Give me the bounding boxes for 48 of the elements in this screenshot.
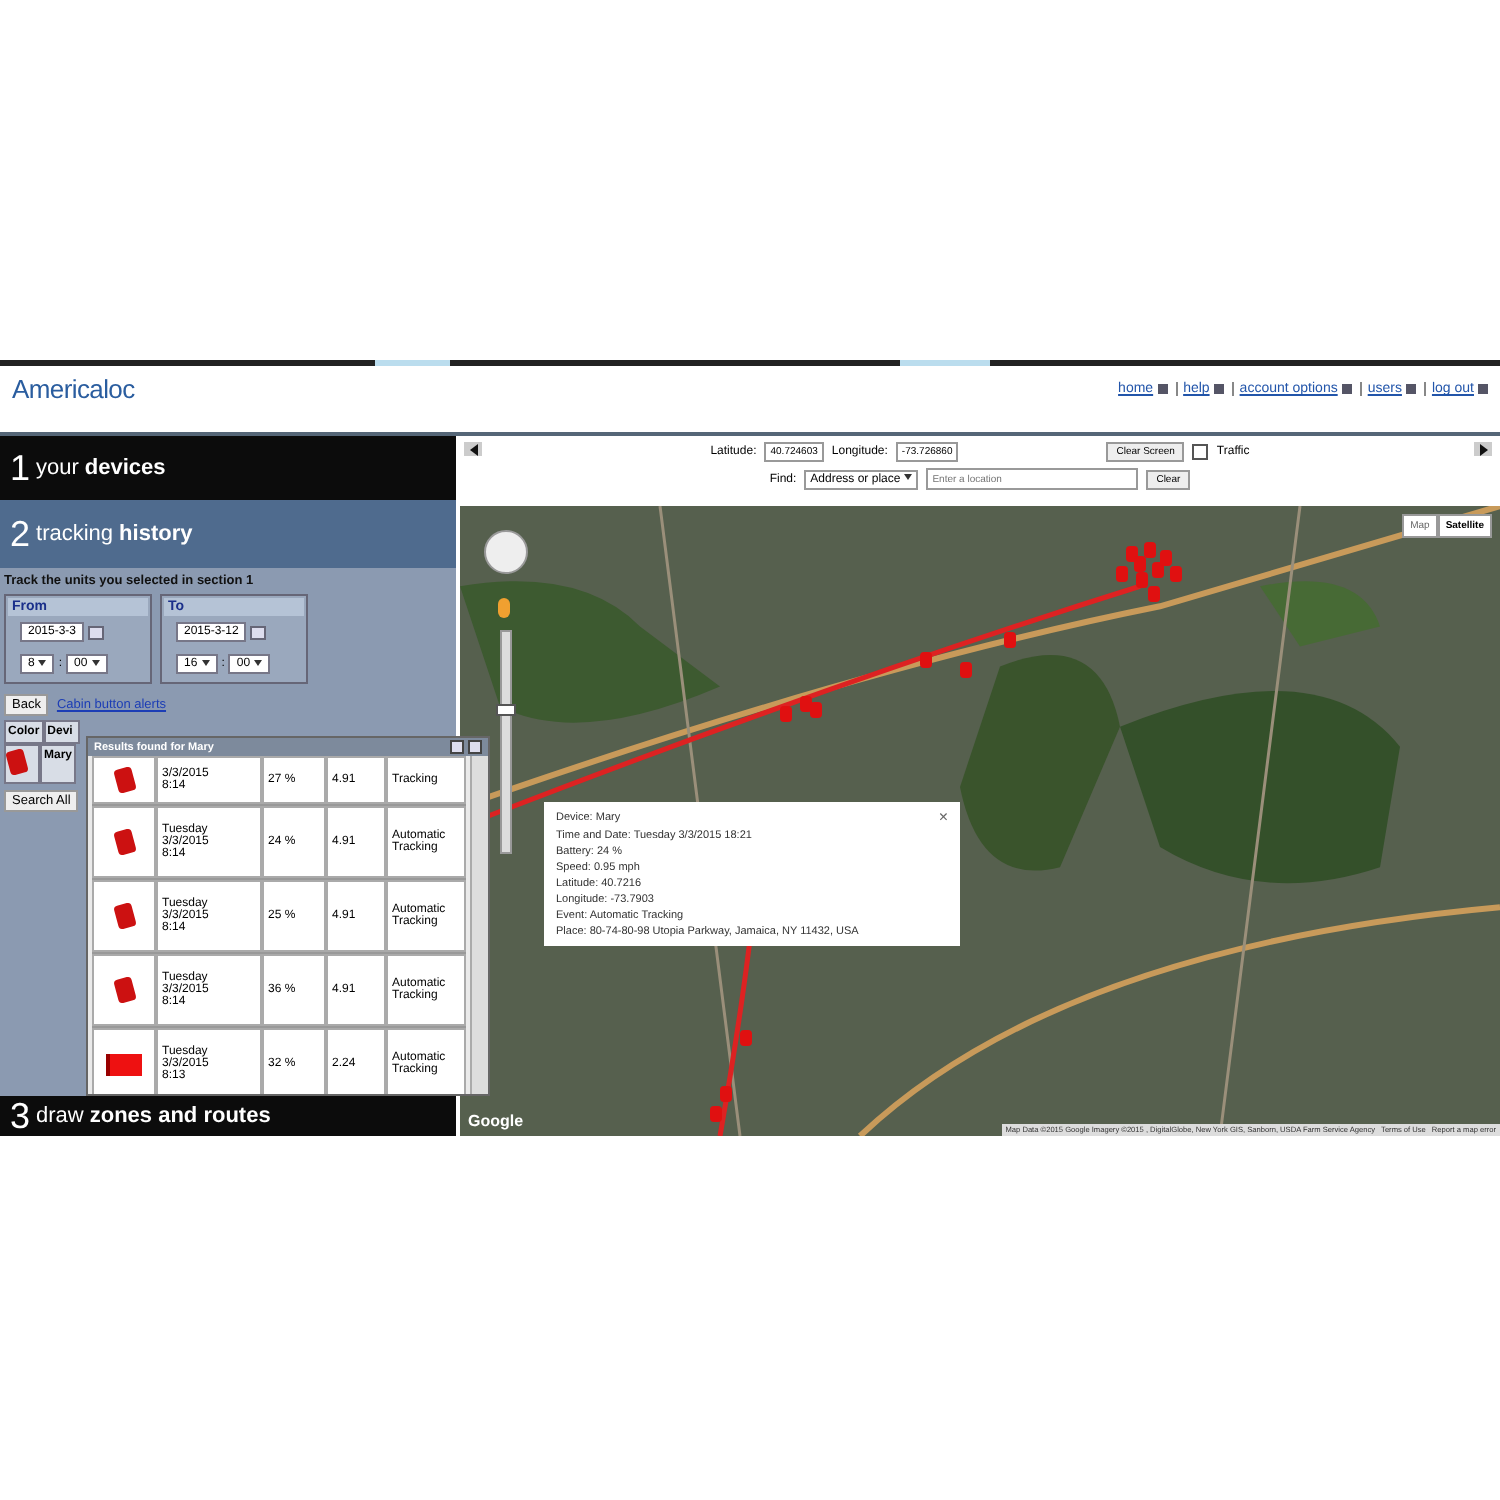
flag-icon (106, 1053, 142, 1075)
zoom-thumb[interactable] (496, 703, 516, 716)
scrollbar[interactable] (470, 756, 488, 1094)
map-marker[interactable] (1116, 566, 1128, 582)
map-marker[interactable] (1148, 586, 1160, 602)
map-marker[interactable] (710, 1106, 722, 1122)
google-logo: Google (468, 1112, 524, 1130)
pan-control-icon[interactable] (484, 530, 528, 574)
square-icon (1341, 384, 1352, 394)
map-marker[interactable] (1144, 542, 1156, 558)
map-marker[interactable] (720, 1086, 732, 1102)
close-icon[interactable] (468, 740, 482, 754)
square-icon (1157, 384, 1168, 394)
minimize-icon[interactable] (450, 740, 464, 754)
park-area (1260, 581, 1380, 647)
square-icon (1213, 384, 1224, 394)
phone-icon (112, 766, 136, 794)
expand-icon[interactable] (1474, 442, 1492, 456)
section-header[interactable]: 2 tracking history (0, 500, 456, 568)
phone-icon (112, 976, 136, 1004)
map-marker[interactable] (1170, 566, 1182, 582)
traffic-checkbox[interactable] (1192, 444, 1209, 460)
map-marker[interactable] (780, 706, 792, 722)
map-marker[interactable] (1126, 546, 1138, 562)
collapse-icon[interactable] (464, 442, 482, 456)
map-marker[interactable] (960, 662, 972, 678)
map-marker[interactable] (1004, 632, 1016, 648)
map-marker[interactable] (1152, 562, 1164, 578)
phone-icon (112, 828, 136, 856)
calendar-icon[interactable] (88, 625, 105, 639)
square-icon (1478, 384, 1488, 394)
map-marker[interactable] (920, 652, 932, 668)
section-header[interactable]: 3 draw zones and routes (0, 1096, 456, 1136)
map-marker[interactable] (800, 696, 812, 712)
phone-icon (5, 748, 29, 776)
section-header[interactable]: 1 your devices (0, 436, 456, 500)
map-marker[interactable] (740, 1030, 752, 1046)
map-marker[interactable] (1134, 556, 1146, 572)
americaloc-logo[interactable]: Americaloc (12, 374, 135, 404)
map-marker[interactable] (810, 702, 822, 718)
zoom-slider[interactable] (500, 630, 512, 854)
calendar-icon[interactable] (250, 625, 267, 639)
phone-icon (112, 902, 136, 930)
satellite-map[interactable] (460, 506, 1500, 1136)
map-marker[interactable] (1160, 550, 1172, 566)
close-button[interactable]: × (938, 810, 948, 826)
square-icon (1405, 384, 1416, 394)
map-marker[interactable] (1136, 572, 1148, 588)
